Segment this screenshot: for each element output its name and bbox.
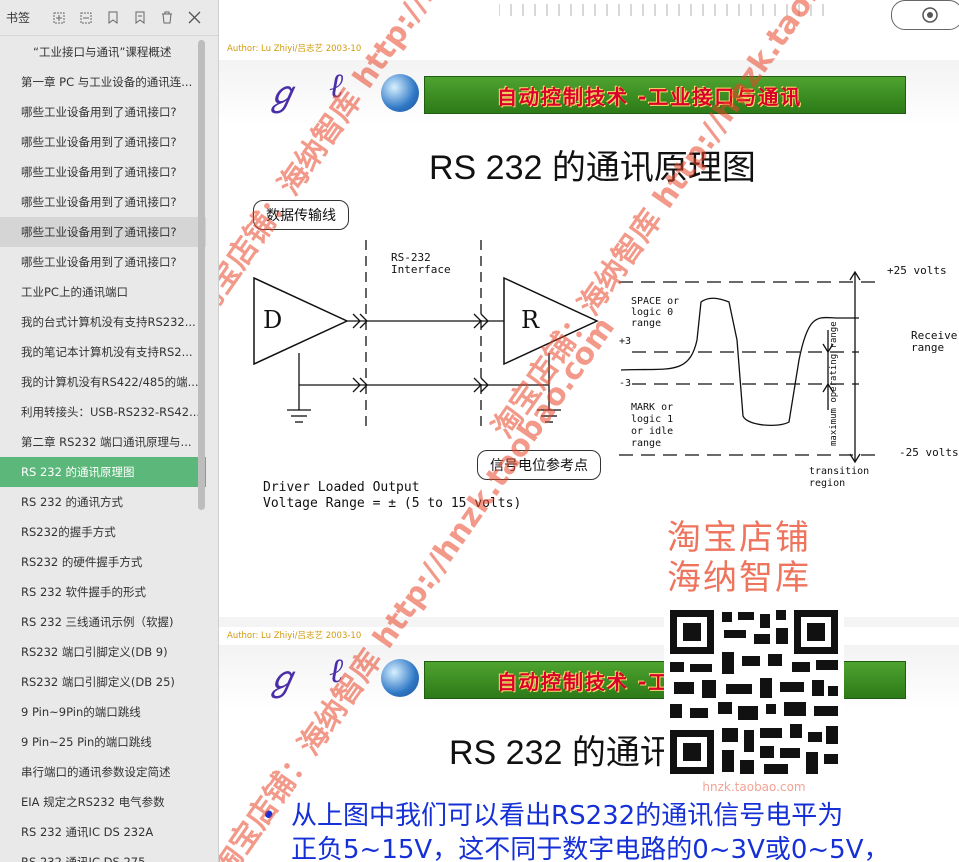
receiver-range-label: Receive range <box>911 330 957 354</box>
qr-url: hnzk.taobao.com <box>702 780 806 794</box>
store-name-line1: 淘宝店铺 <box>667 518 811 558</box>
bookmark-item[interactable]: RS 232 的通讯原理图 <box>0 457 206 487</box>
globe-icon <box>381 659 419 697</box>
callout-signal-ground: 信号电位参考点 <box>477 450 601 480</box>
page-widget-icon[interactable] <box>891 0 959 30</box>
space-label: SPACE or logic 0 range <box>631 296 679 329</box>
close-icon[interactable] <box>183 7 205 29</box>
bookmark-list: “工业接口与通讯”课程概述 第一章 PC 与工业设备的通讯连... 哪些工业设备用到… <box>0 37 206 862</box>
minus3-label: -3 <box>619 378 632 389</box>
plus3-label: +3 <box>619 336 632 347</box>
store-name-line2: 海纳智库 <box>667 558 811 598</box>
bookmark-item[interactable]: 哪些工业设备用到了通讯接口? <box>0 97 206 127</box>
bookmark-item[interactable]: 串行端口的通讯参数设定简述 <box>0 757 206 787</box>
bookmark-item[interactable]: 利用转接头：USB-RS232-RS42... <box>0 397 206 427</box>
bookmark-item[interactable]: “工业接口与通讯”课程概述 <box>0 37 206 67</box>
bookmark-property-icon[interactable] <box>129 7 151 29</box>
bookmark-item[interactable]: EIA 规定之RS232 电气参数 <box>0 787 206 817</box>
transition-line2: region <box>809 478 846 489</box>
transition-label: transition region <box>809 466 869 490</box>
interface-label: RS-232 Interface <box>391 252 451 276</box>
delete-icon[interactable] <box>156 7 178 29</box>
bookmark-item[interactable]: 哪些工业设备用到了通讯接口? <box>0 127 206 157</box>
bookmark-item[interactable]: 第二章 RS232 端口通讯原理与... <box>0 427 206 457</box>
space-label-line3: range <box>631 318 662 329</box>
space-label-line2: logic 0 <box>631 307 674 318</box>
bullet-line1: 从上图中我们可以看出RS232的通讯信号电平为 <box>291 801 844 831</box>
driver-output-line2: Voltage Range = ± (5 to 15 volts) <box>263 496 522 511</box>
bookmark-item[interactable]: 工业PC上的通讯端口 <box>0 277 206 307</box>
bookmark-item[interactable]: RS232的握手方式 <box>0 517 206 547</box>
receiver-letter: R <box>521 306 540 334</box>
bookmark-scrollbar[interactable] <box>198 40 205 510</box>
decorative-stripe <box>499 4 824 16</box>
course-banner: 自动控制技术 -工业接口与通讯 <box>424 76 906 114</box>
bookmark-item[interactable]: 9 Pin~9Pin的端口跳线 <box>0 697 206 727</box>
author-line: Author: Lu Zhiyi/吕志艺 2003-10 <box>227 631 362 641</box>
bookmark-item[interactable]: RS232 的硬件握手方式 <box>0 547 206 577</box>
bookmark-item[interactable]: 哪些工业设备用到了通讯接口? <box>0 157 206 187</box>
document-view: Author: Lu Zhiyi/吕志艺 2003-10 ℊ ℓ 自动控制技术 … <box>219 0 959 862</box>
driver-output-line1: Driver Loaded Output <box>263 480 420 495</box>
bookmark-item[interactable]: 9 Pin~25 Pin的端口跳线 <box>0 727 206 757</box>
receiver-triangle <box>503 276 599 366</box>
bookmark-item[interactable]: 哪些工业设备用到了通讯接口? <box>0 187 206 217</box>
bookmark-item[interactable]: RS 232 通讯IC DS 232A <box>0 817 206 847</box>
bookmark-item[interactable]: RS 232 三线通讯示例（软握) <box>0 607 206 637</box>
mark-label-line1: MARK or <box>631 402 674 413</box>
bookmark-item[interactable]: RS 232 的通讯方式 <box>0 487 206 517</box>
bookmark-toolbar: 书签 <box>0 0 218 36</box>
slide-page-1: Author: Lu Zhiyi/吕志艺 2003-10 ℊ ℓ 自动控制技术 … <box>219 0 959 617</box>
decorative-swirl-icon: ℊ <box>265 659 299 699</box>
collapse-all-icon[interactable] <box>75 7 97 29</box>
bookmark-item[interactable]: RS232 端口引脚定义(DB 25) <box>0 667 206 697</box>
bookmark-item[interactable]: 哪些工业设备用到了通讯接口? <box>0 247 206 277</box>
plus25-label: +25 volts <box>887 264 947 277</box>
qr-code[interactable]: hnzk.taobao.com <box>664 604 844 796</box>
bookmark-item[interactable]: RS 232 软件握手的形式 <box>0 577 206 607</box>
bookmark-panel: 书签 “工业接口与通讯”课程概述 第一章 PC 与工业设备的通讯连... 哪些工业设… <box>0 0 219 862</box>
driver-letter: D <box>263 306 283 334</box>
slide-header: ℊ ℓ 自动控制技术 -工业接口与通讯 <box>219 645 959 711</box>
banner-text: 自动控制技术 -工业接口与通讯 <box>497 85 803 109</box>
bookmark-item[interactable]: 哪些工业设备用到了通讯接口? <box>0 217 206 247</box>
bookmark-item[interactable]: 我的笔记本计算机没有支持RS2... <box>0 337 206 367</box>
qr-code-image <box>668 608 840 776</box>
slide-title: RS 232 的通讯原理图 <box>429 149 756 187</box>
expand-all-icon[interactable] <box>48 7 70 29</box>
callout-data-line: 数据传输线 <box>253 200 349 230</box>
transition-line1: transition <box>809 466 870 477</box>
bookmark-item[interactable]: RS232 端口引脚定义(DB 9) <box>0 637 206 667</box>
bookmark-item[interactable]: 我的台式计算机没有支持RS232... <box>0 307 206 337</box>
mark-label-line2: logic 1 <box>631 414 674 425</box>
receiver-range-line2: range <box>911 341 945 354</box>
decorative-swirl-icon: ℓ <box>329 66 344 106</box>
driver-output-text: Driver Loaded Output Voltage Range = ± (… <box>263 480 521 512</box>
bullet-paragraph: • 从上图中我们可以看出RS232的通讯信号电平为 正负5~15V，这不同于数字… <box>261 799 951 862</box>
globe-icon <box>381 74 419 112</box>
bookmark-item[interactable]: RS 232 通讯IC DS 275 <box>0 847 206 862</box>
slide-page-2: Author: Lu Zhiyi/吕志艺 2003-10 ℊ ℓ 自动控制技术 … <box>219 627 959 862</box>
mark-label: MARK or logic 1 or idle range <box>631 402 673 450</box>
decorative-swirl-icon: ℊ <box>265 74 299 114</box>
bullet-marker: • <box>261 801 277 831</box>
minus25-label: -25 volts <box>899 446 959 459</box>
space-label-line1: SPACE or <box>631 296 680 307</box>
mark-label-line4: range <box>631 438 662 449</box>
max-range-label: maximum operating range <box>829 321 839 446</box>
store-name-overlay: 淘宝店铺 海纳智库 <box>667 518 811 598</box>
author-line: Author: Lu Zhiyi/吕志艺 2003-10 <box>227 44 362 54</box>
bullet-line2: 正负5~15V，这不同于数字电路的0~3V或0~5V， <box>291 835 890 862</box>
interface-label-line2: Interface <box>391 263 451 276</box>
decorative-swirl-icon: ℓ <box>329 651 344 691</box>
mark-label-line3: or idle <box>631 426 674 437</box>
bookmark-item[interactable]: 第一章 PC 与工业设备的通讯连... <box>0 67 206 97</box>
bookmark-item[interactable]: 我的计算机没有RS422/485的端... <box>0 367 206 397</box>
bookmark-panel-title: 书签 <box>6 11 31 25</box>
slide-header: ℊ ℓ 自动控制技术 -工业接口与通讯 <box>219 60 959 126</box>
add-bookmark-icon[interactable] <box>102 7 124 29</box>
